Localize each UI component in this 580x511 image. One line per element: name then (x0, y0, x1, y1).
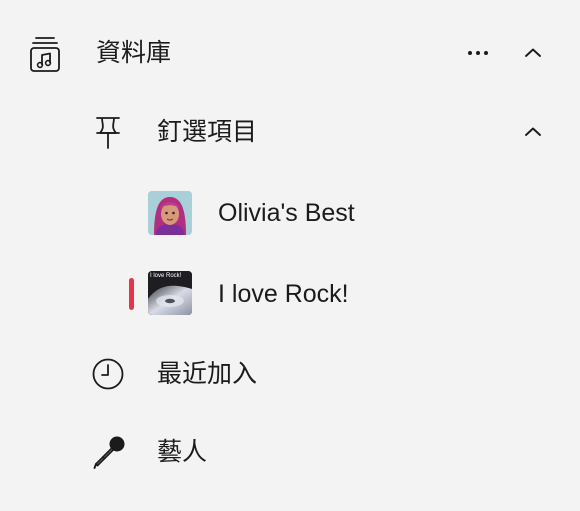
sidebar-item-label: 資料庫 (96, 39, 172, 67)
sidebar-item-library[interactable]: 資料庫 (0, 21, 580, 85)
microphone-icon (91, 434, 127, 470)
music-library-icon (28, 35, 62, 73)
sidebar-item-label: 藝人 (157, 438, 208, 466)
pinned-item-olivias-best[interactable]: Olivia's Best (0, 181, 580, 245)
sidebar-item-label: 最近加入 (157, 360, 258, 388)
clock-icon (91, 357, 125, 391)
chevron-up-icon[interactable] (521, 41, 545, 65)
playlist-artwork (148, 191, 192, 235)
sidebar-item-label: 釘選項目 (157, 118, 258, 146)
pinned-item-label: Olivia's Best (218, 199, 355, 227)
selection-indicator (129, 278, 134, 310)
more-icon[interactable] (464, 41, 492, 65)
sidebar: 資料庫 釘選項目 Olivia's Best I love Rock! I lo… (0, 0, 580, 511)
pin-icon (93, 114, 123, 152)
sidebar-item-artists[interactable]: 藝人 (0, 421, 580, 485)
chevron-up-icon[interactable] (521, 120, 545, 144)
sidebar-item-recently-added[interactable]: 最近加入 (0, 342, 580, 406)
playlist-artwork: I love Rock! (148, 271, 192, 315)
sidebar-item-pinned[interactable]: 釘選項目 (0, 100, 580, 164)
pinned-item-i-love-rock[interactable]: I love Rock! I love Rock! (0, 262, 580, 326)
artwork-text: I love Rock! (150, 273, 182, 279)
pinned-item-label: I love Rock! (218, 280, 349, 308)
